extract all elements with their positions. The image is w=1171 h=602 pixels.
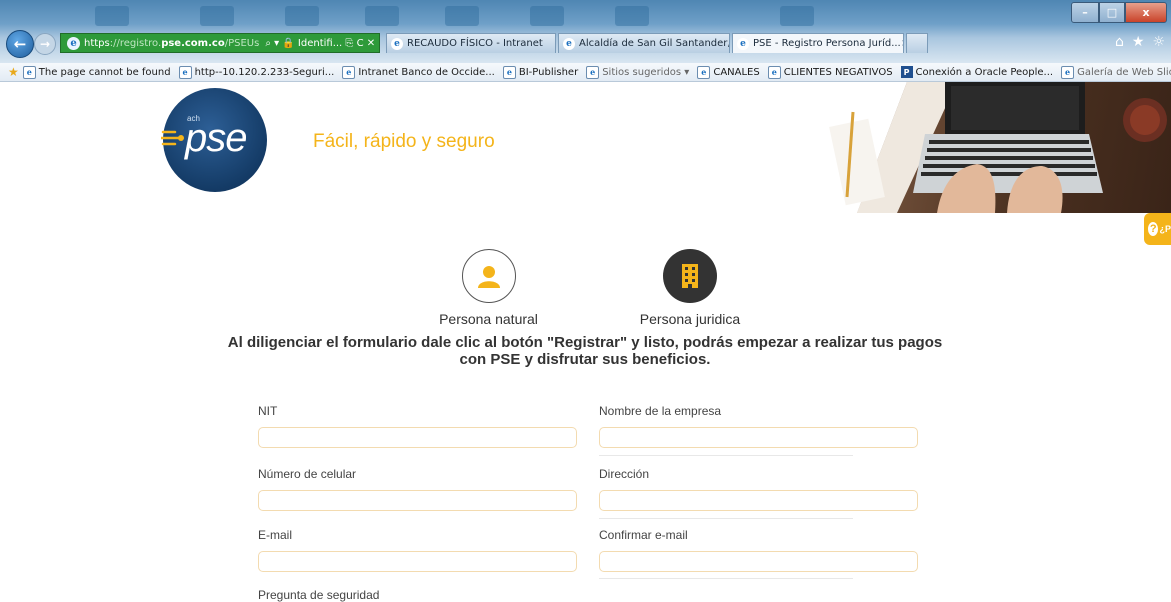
- maximize-button[interactable]: □: [1099, 2, 1125, 23]
- page-icon: e: [586, 65, 600, 79]
- hero-laptop-image: [817, 82, 1171, 213]
- home-icon[interactable]: ⌂: [1115, 34, 1124, 50]
- phone-input[interactable]: [258, 490, 577, 511]
- url-domain: pse.com.co: [161, 37, 225, 49]
- close-tab-icon[interactable]: ×: [901, 38, 903, 49]
- forward-button[interactable]: →: [34, 33, 56, 55]
- ie-icon: e: [391, 37, 403, 50]
- company-name-label: Nombre de la empresa: [599, 404, 722, 418]
- security-question-field: Pregunta de seguridad: [258, 588, 578, 602]
- favorites-add-icon[interactable]: ★: [8, 65, 19, 79]
- email-field: E-mail: [258, 528, 578, 572]
- back-button[interactable]: ←: [6, 30, 34, 58]
- address-bar[interactable]: e https://registro. pse.com.co/PSEUs ⌕ ▾ …: [60, 33, 380, 53]
- taskbar-background: [0, 0, 1171, 30]
- nit-field: NIT: [258, 404, 578, 448]
- page-icon: e: [342, 65, 356, 79]
- form-instructions: Al diligenciar el formulario dale clic a…: [210, 334, 960, 368]
- favorite-link[interactable]: e Intranet Banco de Occide...: [342, 65, 495, 79]
- tab-label: RECAUDO FÍSICO - Intranet: [407, 38, 543, 49]
- close-window-button[interactable]: x: [1125, 2, 1167, 23]
- nit-input[interactable]: [258, 427, 577, 448]
- confirm-email-label: Confirmar e-mail: [599, 528, 688, 542]
- url-subdomain: registro.: [119, 37, 162, 49]
- security-question-label: Pregunta de seguridad: [258, 588, 380, 602]
- logo-connector-icon: [161, 130, 184, 146]
- instructions-line-2: con PSE y disfrutar sus beneficios.: [459, 351, 711, 368]
- email-input[interactable]: [258, 551, 577, 572]
- url-scheme: https: [84, 37, 110, 49]
- persona-juridica-label: Persona juridica: [639, 311, 741, 327]
- favorite-link[interactable]: e http--10.120.2.233-Seguri...: [178, 65, 334, 79]
- help-tab-text: ¿P: [1159, 224, 1171, 234]
- tab-alcaldia[interactable]: e Alcaldía de San Gil Santander, ...: [558, 33, 730, 53]
- favorites-star-icon[interactable]: ★: [1132, 34, 1145, 50]
- persona-natural-label: Persona natural: [439, 311, 538, 327]
- page-icon: e: [178, 65, 192, 79]
- ie-icon: e: [737, 37, 749, 50]
- arrow-right-icon: →: [39, 37, 51, 51]
- page-icon: e: [1061, 65, 1075, 79]
- divider: [599, 578, 853, 579]
- address-input[interactable]: [599, 490, 918, 511]
- favorite-menu[interactable]: eGalería de Web Slice ▾: [1061, 65, 1171, 79]
- favorite-link[interactable]: e CANALES: [697, 65, 760, 79]
- favorite-link[interactable]: e The page cannot be found: [22, 65, 171, 79]
- page-icon: e: [697, 65, 711, 79]
- page-header: ach pse Fácil, rápido y seguro: [0, 82, 1171, 214]
- page-icon: e: [22, 65, 36, 79]
- pse-logo[interactable]: ach pse: [161, 88, 267, 192]
- divider: [599, 518, 853, 519]
- tagline: Fácil, rápido y seguro: [313, 131, 495, 152]
- phone-field: Número de celular: [258, 467, 578, 511]
- settings-gear-icon[interactable]: ☼: [1152, 34, 1165, 50]
- email-label: E-mail: [258, 528, 293, 542]
- browser-chrome: – □ x ← → e https://registro. pse.com.co /…: [0, 0, 1171, 63]
- ie-icon: e: [67, 36, 80, 50]
- oracle-icon: P: [900, 66, 913, 78]
- address-bar-controls[interactable]: ⌕ ▾ 🔒 Identifi... ⎘ C ✕: [265, 38, 375, 49]
- divider: [599, 455, 853, 456]
- company-name-input[interactable]: [599, 427, 918, 448]
- instructions-line-1: Al diligenciar el formulario dale clic a…: [227, 334, 943, 351]
- phone-label: Número de celular: [258, 467, 357, 481]
- address-label: Dirección: [599, 467, 650, 481]
- favorite-link[interactable]: e CLIENTES NEGATIVOS: [767, 65, 893, 79]
- ie-icon: e: [563, 37, 575, 50]
- question-icon: ?: [1148, 222, 1159, 236]
- favorite-menu[interactable]: e Sitios sugeridos ▾: [586, 65, 689, 79]
- tab-recaudo[interactable]: e RECAUDO FÍSICO - Intranet: [386, 33, 556, 53]
- tab-label: PSE - Registro Persona Juríd...: [753, 38, 901, 49]
- new-tab-button[interactable]: [906, 33, 928, 53]
- page-icon: e: [502, 65, 516, 79]
- nit-label: NIT: [258, 404, 278, 418]
- favorite-link[interactable]: P Conexión a Oracle People...: [900, 66, 1053, 78]
- favorite-link[interactable]: e BI-Publisher: [502, 65, 578, 79]
- persona-juridica-circle: [663, 249, 717, 303]
- confirm-email-input[interactable]: [599, 551, 918, 572]
- window-controls: – □ x: [1071, 2, 1167, 23]
- option-persona-natural[interactable]: Persona natural: [431, 249, 546, 327]
- url-path: /PSEUs: [224, 37, 260, 49]
- page-icon: e: [767, 65, 781, 79]
- arrow-left-icon: ←: [13, 35, 27, 53]
- address-field: Dirección: [599, 467, 919, 511]
- tab-pse-registro[interactable]: e PSE - Registro Persona Juríd... ×: [732, 33, 904, 53]
- person-icon: [477, 266, 500, 288]
- help-tab[interactable]: ? ¿P: [1144, 213, 1171, 245]
- confirm-email-field: Confirmar e-mail: [599, 528, 919, 572]
- building-icon: [682, 264, 698, 288]
- option-persona-juridica[interactable]: Persona juridica: [626, 249, 754, 327]
- minimize-button[interactable]: –: [1071, 2, 1099, 23]
- tab-label: Alcaldía de San Gil Santander, ...: [579, 38, 730, 49]
- laptop-illustration: [817, 82, 1167, 213]
- toolbar-icons: ⌂ ★ ☼: [1115, 34, 1165, 50]
- favorites-bar: ★ e The page cannot be found e http--10.12…: [0, 63, 1171, 82]
- logo-pse-text: pse: [185, 116, 247, 160]
- company-name-field: Nombre de la empresa: [599, 404, 919, 448]
- persona-natural-circle: [461, 249, 516, 303]
